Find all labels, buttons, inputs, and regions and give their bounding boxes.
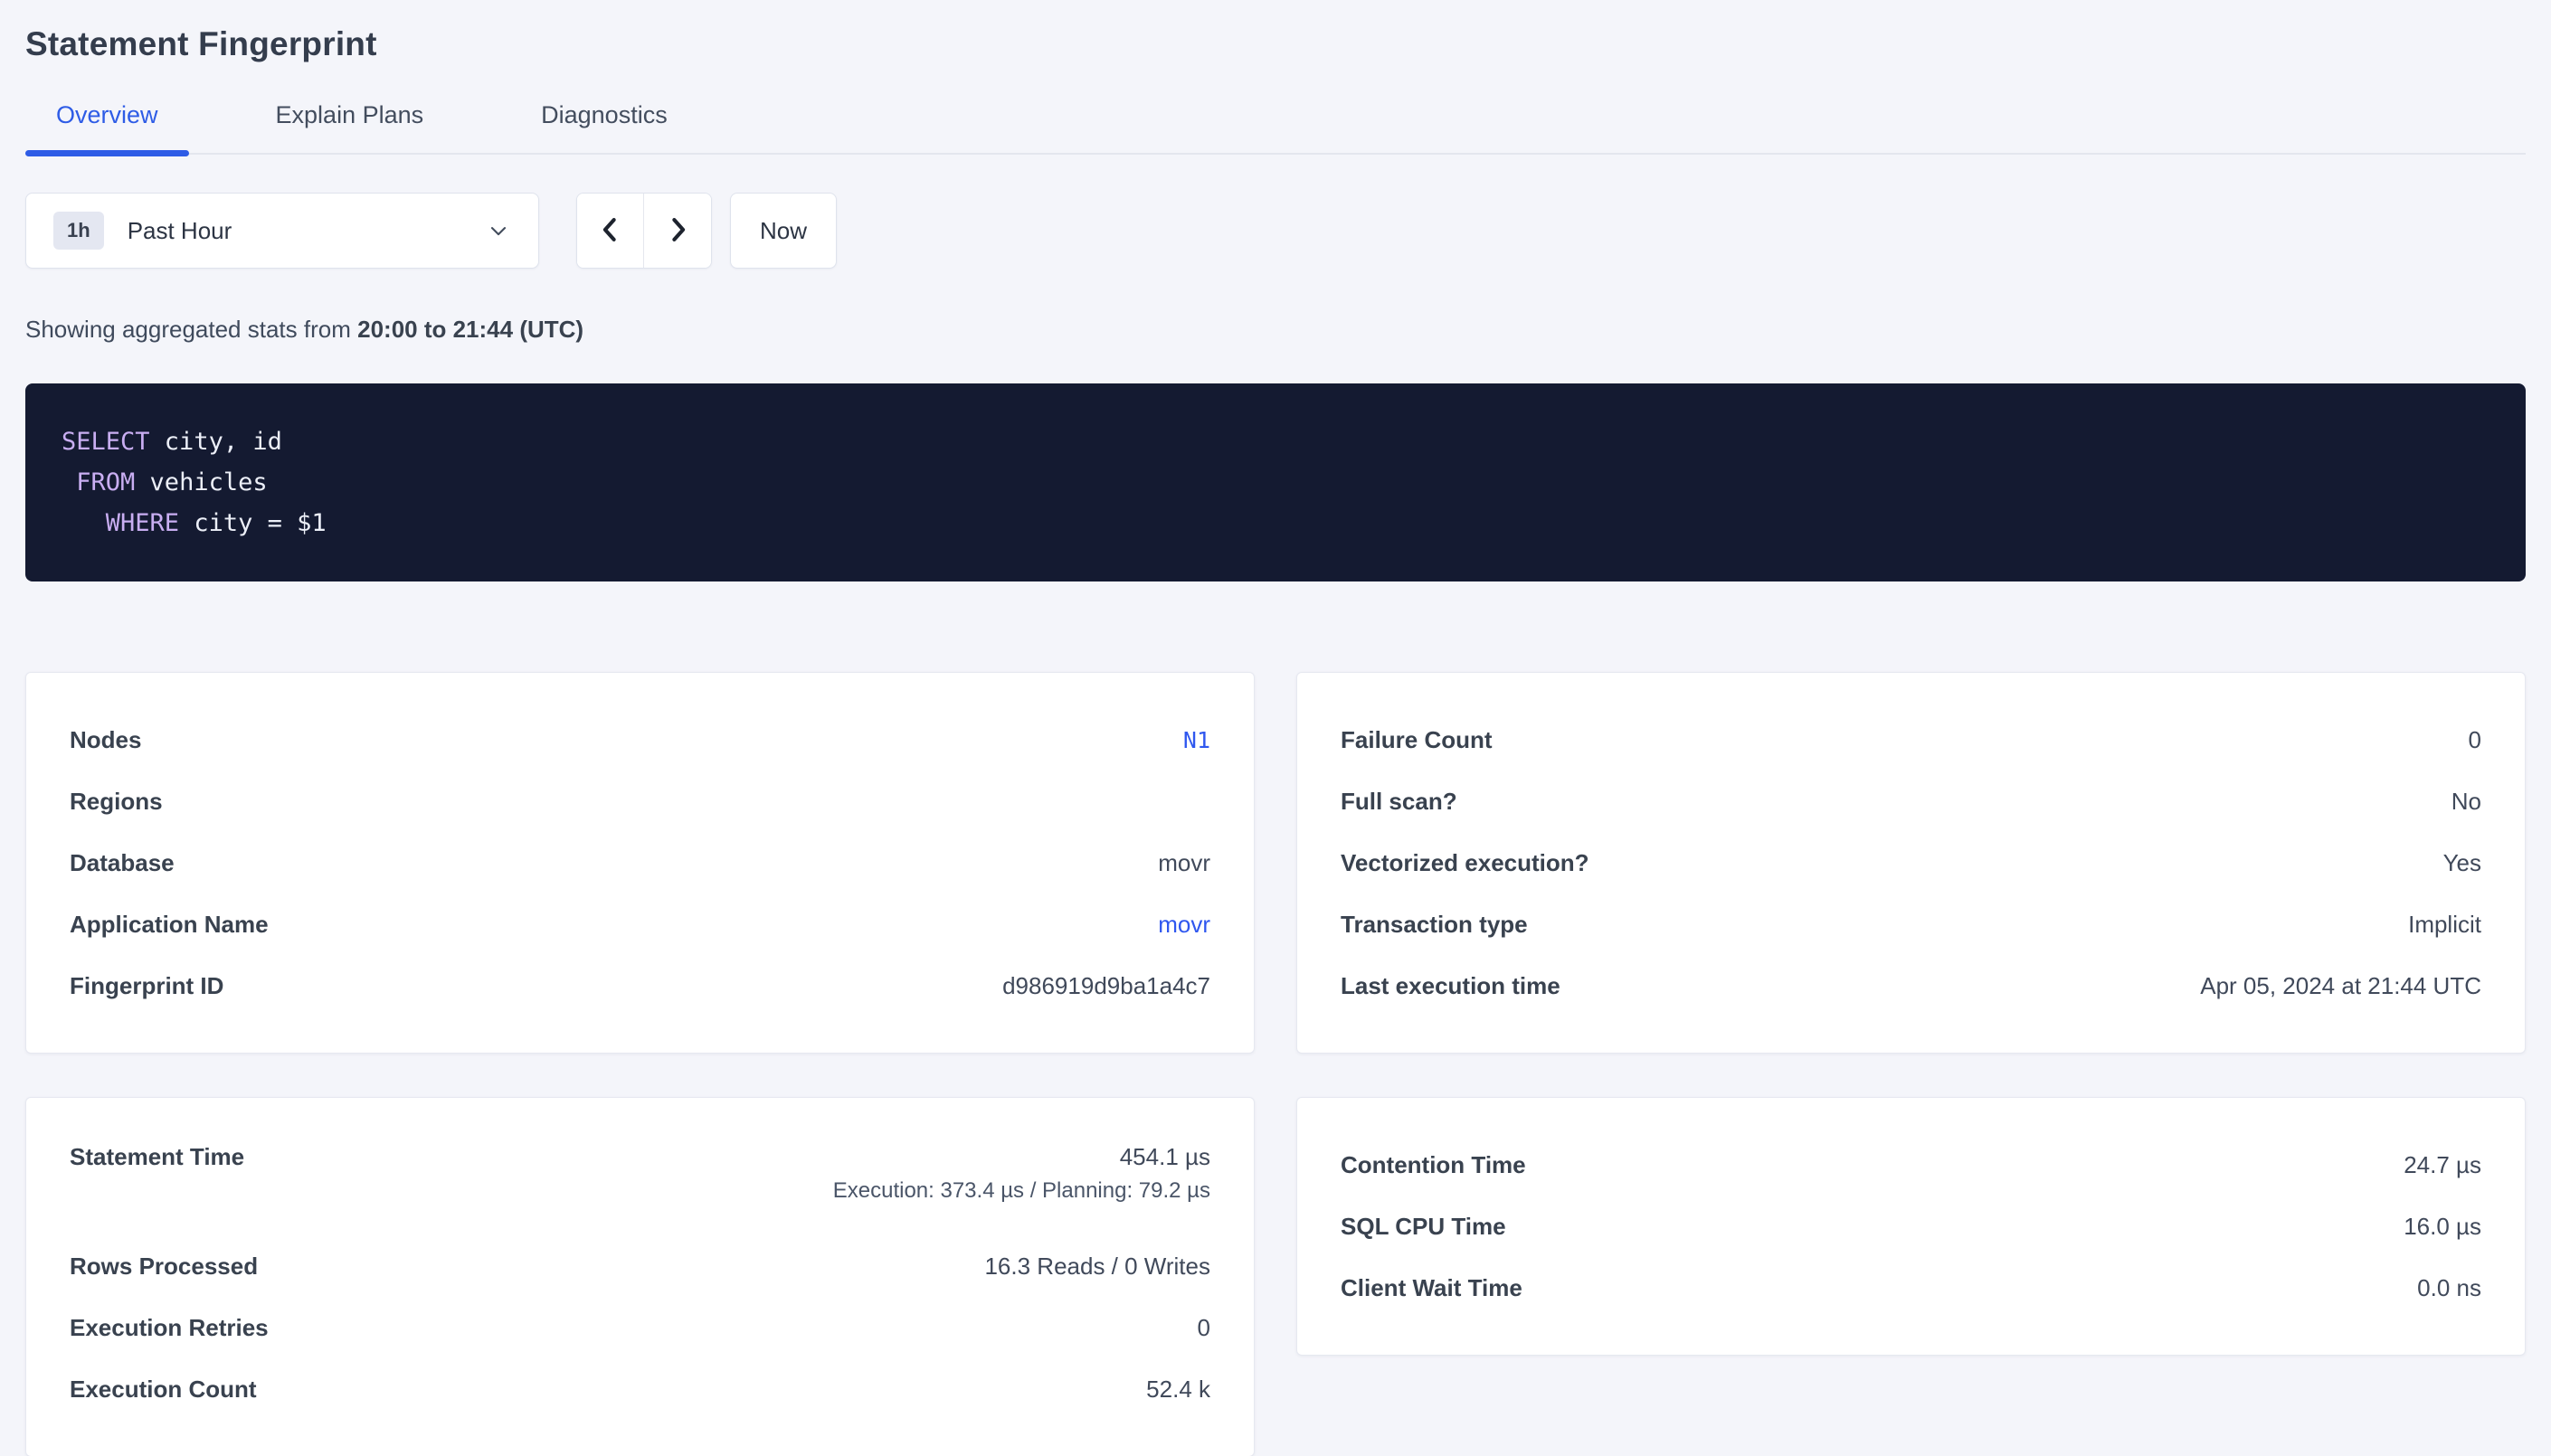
sql-text: city, id: [150, 428, 282, 456]
detail-row-regions: Regions: [70, 771, 1210, 832]
detail-row-vectorized: Vectorized execution? Yes: [1341, 832, 2481, 893]
sql-line: SELECT city, id: [62, 421, 2489, 462]
time-range-nav: [576, 193, 712, 269]
rows-processed-label: Rows Processed: [70, 1253, 258, 1281]
execution-count-label: Execution Count: [70, 1376, 257, 1404]
regions-label: Regions: [70, 788, 163, 816]
fingerprint-id-value: d986919d9ba1a4c7: [1002, 972, 1210, 1000]
stat-row-client-wait-time: Client Wait Time 0.0 ns: [1341, 1257, 2481, 1319]
sql-line: FROM vehicles: [62, 462, 2489, 503]
detail-row-nodes: Nodes N1: [70, 709, 1210, 771]
failure-count-label: Failure Count: [1341, 726, 1493, 754]
rows-processed-value: 16.3 Reads / 0 Writes: [984, 1253, 1210, 1281]
page-title: Statement Fingerprint: [25, 25, 2526, 63]
contention-time-value: 24.7 µs: [2404, 1151, 2481, 1179]
execution-attributes-card: Failure Count 0 Full scan? No Vectorized…: [1296, 672, 2526, 1054]
detail-row-transaction-type: Transaction type Implicit: [1341, 893, 2481, 955]
detail-row-application-name: Application Name movr: [70, 893, 1210, 955]
time-toolbar: 1h Past Hour Now: [25, 193, 2526, 269]
stat-row-contention-time: Contention Time 24.7 µs: [1341, 1134, 2481, 1196]
vectorized-value: Yes: [2443, 849, 2481, 877]
stat-row-rows-processed: Rows Processed 16.3 Reads / 0 Writes: [70, 1235, 1210, 1297]
last-execution-label: Last execution time: [1341, 972, 1560, 1000]
aggregated-stats-caption: Showing aggregated stats from 20:00 to 2…: [25, 316, 2526, 344]
stats-cards-row: Statement Time 454.1 µs Execution: 373.4…: [25, 1097, 2526, 1456]
tab-diagnostics[interactable]: Diagnostics: [510, 101, 698, 153]
chevron-right-icon: [664, 214, 691, 248]
tab-overview[interactable]: Overview: [25, 101, 189, 153]
execution-retries-label: Execution Retries: [70, 1314, 269, 1342]
sql-keyword: WHERE: [106, 509, 179, 537]
contention-time-label: Contention Time: [1341, 1151, 1526, 1179]
last-execution-value: Apr 05, 2024 at 21:44 UTC: [2200, 972, 2481, 1000]
sql-text: vehicles: [135, 468, 267, 496]
application-name-link[interactable]: movr: [1158, 911, 1210, 939]
detail-row-full-scan: Full scan? No: [1341, 771, 2481, 832]
stat-row-sql-cpu-time: SQL CPU Time 16.0 µs: [1341, 1196, 2481, 1257]
sql-cpu-time-value: 16.0 µs: [2404, 1213, 2481, 1241]
sql-statement-box: SELECT city, id FROM vehicles WHERE city…: [25, 383, 2526, 581]
transaction-type-label: Transaction type: [1341, 911, 1528, 939]
caption-prefix: Showing aggregated stats from: [25, 316, 357, 343]
detail-row-last-execution: Last execution time Apr 05, 2024 at 21:4…: [1341, 955, 2481, 1016]
sql-keyword: SELECT: [62, 428, 150, 456]
sql-line: WHERE city = $1: [62, 503, 2489, 544]
full-scan-value: No: [2451, 788, 2481, 816]
execution-retries-value: 0: [1198, 1314, 1210, 1342]
chevron-down-icon: [486, 218, 511, 243]
wait-time-stats-card: Contention Time 24.7 µs SQL CPU Time 16.…: [1296, 1097, 2526, 1356]
prev-range-button[interactable]: [577, 194, 644, 268]
database-label: Database: [70, 849, 175, 877]
interval-badge: 1h: [53, 212, 104, 250]
stat-row-statement-time: Statement Time 454.1 µs Execution: 373.4…: [70, 1134, 1210, 1235]
statement-fingerprint-page: Statement Fingerprint Overview Explain P…: [0, 25, 2551, 1456]
detail-row-database: Database movr: [70, 832, 1210, 893]
now-button[interactable]: Now: [730, 193, 837, 269]
next-range-button[interactable]: [644, 194, 711, 268]
detail-row-failure-count: Failure Count 0: [1341, 709, 2481, 771]
failure-count-value: 0: [2469, 726, 2481, 754]
caption-range: 20:00 to 21:44 (UTC): [357, 316, 583, 343]
client-wait-time-label: Client Wait Time: [1341, 1274, 1522, 1302]
transaction-type-value: Implicit: [2408, 911, 2481, 939]
statement-stats-card: Statement Time 454.1 µs Execution: 373.4…: [25, 1097, 1255, 1456]
sql-cpu-time-label: SQL CPU Time: [1341, 1213, 1506, 1241]
statement-time-breakdown: Execution: 373.4 µs / Planning: 79.2 µs: [833, 1178, 1210, 1204]
nodes-label: Nodes: [70, 726, 141, 754]
sql-keyword: FROM: [76, 468, 135, 496]
fingerprint-id-label: Fingerprint ID: [70, 972, 223, 1000]
details-cards-row: Nodes N1 Regions Database movr Applicati…: [25, 672, 2526, 1054]
vectorized-label: Vectorized execution?: [1341, 849, 1589, 877]
nodes-link[interactable]: N1: [1183, 727, 1210, 753]
statement-time-value: 454.1 µs: [1120, 1143, 1210, 1171]
application-name-label: Application Name: [70, 911, 269, 939]
chevron-left-icon: [597, 214, 624, 248]
database-value: movr: [1158, 849, 1210, 877]
detail-row-fingerprint-id: Fingerprint ID d986919d9ba1a4c7: [70, 955, 1210, 1016]
full-scan-label: Full scan?: [1341, 788, 1457, 816]
stat-row-execution-retries: Execution Retries 0: [70, 1297, 1210, 1358]
tab-bar: Overview Explain Plans Diagnostics: [25, 63, 2526, 155]
client-wait-time-value: 0.0 ns: [2417, 1274, 2481, 1302]
sql-text: city = $1: [179, 509, 327, 537]
execution-count-value: 52.4 k: [1146, 1376, 1210, 1404]
statement-details-card: Nodes N1 Regions Database movr Applicati…: [25, 672, 1255, 1054]
statement-time-label: Statement Time: [70, 1143, 244, 1171]
tab-explain-plans[interactable]: Explain Plans: [245, 101, 455, 153]
stat-row-execution-count: Execution Count 52.4 k: [70, 1358, 1210, 1420]
time-range-select[interactable]: 1h Past Hour: [25, 193, 539, 269]
time-range-label: Past Hour: [128, 217, 232, 245]
